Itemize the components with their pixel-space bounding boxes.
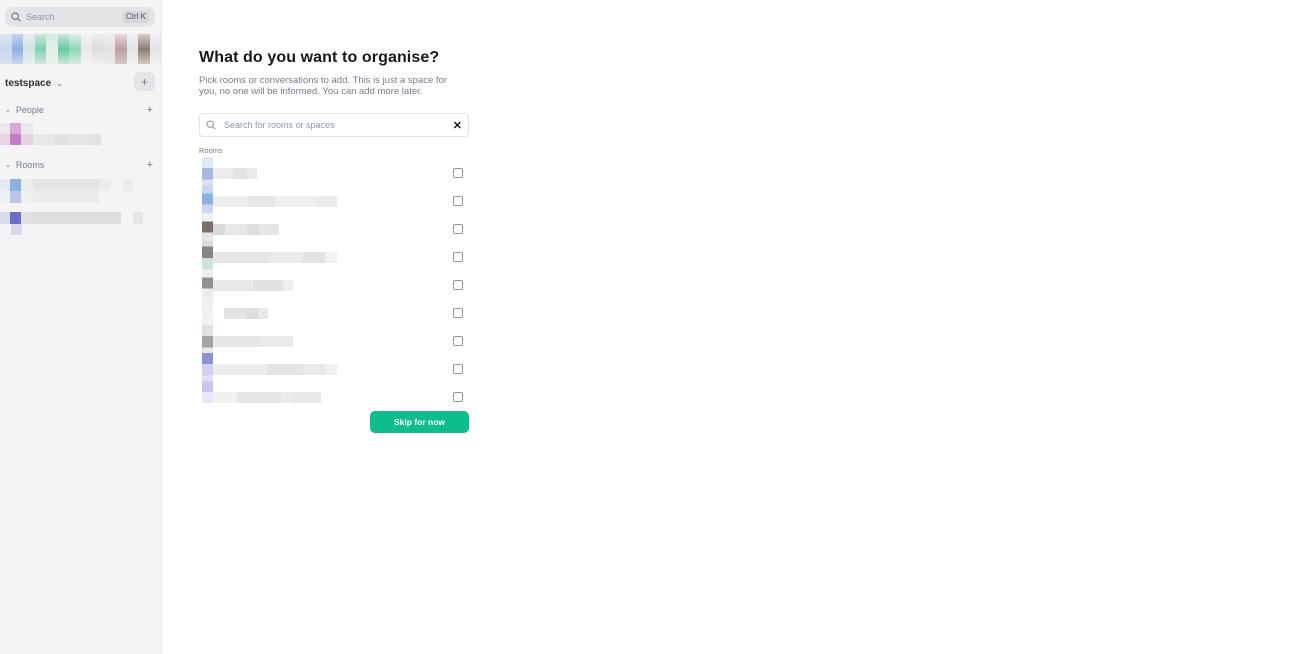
room-checkbox[interactable] (453, 280, 463, 290)
room-name-blurred (224, 308, 268, 319)
sidebar: Search Ctrl K testspace ⌄ + ⌄ People + ⌄… (0, 0, 162, 654)
room-list-item[interactable] (192, 353, 469, 381)
room-avatar (202, 325, 213, 353)
sidebar-room-item[interactable] (0, 179, 133, 191)
room-name-blurred (213, 168, 257, 179)
room-checkbox[interactable] (453, 168, 463, 178)
room-list-item[interactable] (192, 297, 469, 325)
room-name-blurred (213, 336, 293, 347)
skip-for-now-button[interactable]: Skip for now (370, 411, 469, 433)
room-name-blurred (213, 224, 279, 235)
sidebar-room-item[interactable] (0, 191, 99, 203)
room-avatar (202, 241, 213, 269)
search-icon (11, 12, 21, 22)
room-search-input[interactable] (222, 119, 453, 131)
room-checkbox[interactable] (453, 252, 463, 262)
sidebar-person-item[interactable] (0, 123, 33, 134)
sidebar-room-item-tail (11, 224, 22, 235)
add-rooms-dialog: What do you want to organise? Pick rooms… (199, 49, 469, 97)
people-section-header[interactable]: ⌄ People + (5, 103, 155, 117)
people-section-label: People (15, 105, 44, 115)
room-list-item[interactable] (192, 185, 469, 213)
close-icon[interactable]: ✕ (453, 119, 462, 132)
room-name-blurred (213, 364, 337, 375)
space-bar-pixelated[interactable] (0, 34, 161, 64)
add-room-icon[interactable]: + (147, 159, 153, 171)
sidebar-person-item-name (0, 134, 101, 145)
room-avatar (202, 381, 213, 403)
room-checkbox[interactable] (453, 308, 463, 318)
sidebar-search-label: Search (26, 12, 55, 22)
room-name-blurred (213, 280, 293, 291)
room-list-item[interactable] (192, 269, 469, 297)
add-room-button[interactable]: + (134, 72, 155, 91)
room-list-item[interactable] (192, 241, 469, 269)
room-list-item[interactable] (192, 381, 469, 403)
search-icon (206, 120, 216, 130)
caret-down-icon: ⌄ (5, 107, 11, 114)
room-list-item[interactable] (192, 213, 469, 241)
rooms-heading: Rooms (199, 146, 223, 155)
sidebar-search-button[interactable]: Search Ctrl K (5, 7, 155, 27)
room-avatar (202, 353, 213, 381)
room-avatar (202, 297, 213, 325)
page-subtitle: Pick rooms or conversations to add. This… (199, 75, 447, 97)
room-avatar (202, 157, 213, 185)
room-checkbox[interactable] (453, 196, 463, 206)
space-name: testspace (5, 77, 52, 89)
room-list[interactable] (192, 157, 469, 403)
room-name-blurred (213, 252, 337, 263)
space-header[interactable]: testspace ⌄ + (5, 72, 155, 92)
room-avatar (202, 269, 213, 297)
plus-icon: + (140, 74, 148, 89)
sidebar-room-item[interactable] (0, 212, 143, 224)
room-name-blurred (213, 196, 337, 207)
shortcut-badge: Ctrl K (123, 11, 149, 23)
chevron-down-icon: ⌄ (56, 78, 63, 88)
room-list-item[interactable] (192, 157, 469, 185)
room-checkbox[interactable] (453, 336, 463, 346)
rooms-section-label: Rooms (15, 160, 45, 170)
room-search-field[interactable]: ✕ (199, 113, 469, 137)
room-list-item[interactable] (192, 325, 469, 353)
room-checkbox[interactable] (453, 364, 463, 374)
room-name-blurred (213, 392, 321, 403)
caret-down-icon: ⌄ (5, 162, 11, 169)
room-avatar (202, 185, 213, 213)
room-checkbox[interactable] (453, 224, 463, 234)
rooms-section-header[interactable]: ⌄ Rooms + (5, 158, 155, 172)
room-checkbox[interactable] (453, 392, 463, 402)
add-person-icon[interactable]: + (147, 104, 153, 116)
room-avatar (202, 213, 213, 241)
page-title: What do you want to organise? (199, 49, 440, 66)
